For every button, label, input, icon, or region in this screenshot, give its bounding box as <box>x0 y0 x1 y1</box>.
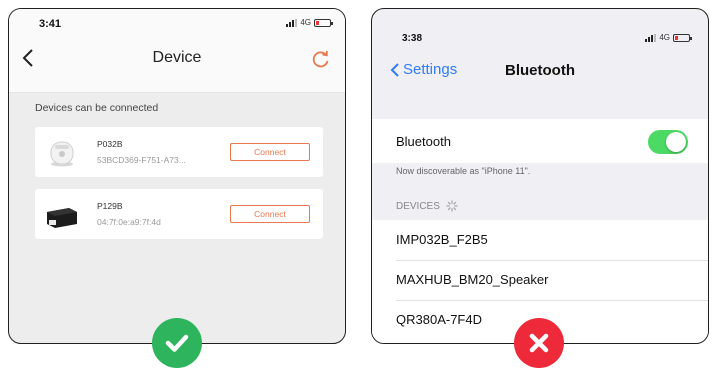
toggle-knob <box>666 132 686 152</box>
network-label: 4G <box>659 33 670 42</box>
status-icons: 4G <box>645 33 692 42</box>
devices-header-label: DEVICES <box>396 200 440 212</box>
ios-bluetooth-settings-screen: 3:38 4G Settings Bluetooth Bluetooth Now… <box>371 8 709 344</box>
refresh-button[interactable] <box>311 49 331 69</box>
correct-badge <box>152 318 202 368</box>
refresh-icon <box>312 51 329 68</box>
section-label: Devices can be connected <box>35 102 159 114</box>
battery-icon <box>314 18 333 27</box>
list-item[interactable]: MAXHUB_BM20_Speaker <box>372 260 708 300</box>
bluetooth-label: Bluetooth <box>396 134 451 149</box>
mini-printer-icon <box>50 141 74 167</box>
devices-section-header: DEVICES <box>396 200 458 212</box>
connect-button[interactable]: Connect <box>230 143 310 161</box>
signal-icon <box>286 18 298 27</box>
signal-icon <box>645 33 657 42</box>
bluetooth-toggle[interactable] <box>648 130 688 154</box>
page-title: Device <box>152 49 202 66</box>
x-icon <box>529 333 549 353</box>
printer-thumbnail <box>45 136 79 168</box>
page-title: Bluetooth <box>505 62 575 79</box>
discoverable-text: Now discoverable as "iPhone 11". <box>396 166 531 176</box>
battery-icon <box>673 33 692 42</box>
printer-thumbnail <box>45 198 79 230</box>
settings-back-button[interactable]: Settings <box>390 61 457 78</box>
connect-button[interactable]: Connect <box>230 205 310 223</box>
incorrect-badge <box>514 318 564 368</box>
status-time: 3:41 <box>39 18 62 30</box>
chevron-left-icon <box>390 62 399 77</box>
device-id: 53BCD369-F751-A73... <box>97 155 186 165</box>
nav-header: 3:41 4G Device <box>9 9 345 93</box>
check-icon <box>165 334 189 352</box>
bluetooth-toggle-row: Bluetooth <box>372 119 708 163</box>
device-name: P032B <box>97 139 123 149</box>
device-card: P129B 04:7f:0e:a9:7f:4d Connect <box>35 189 323 239</box>
loading-spinner-icon <box>446 200 458 212</box>
back-label: Settings <box>403 61 458 78</box>
device-card: P032B 53BCD369-F751-A73... Connect <box>35 127 323 177</box>
device-name: P129B <box>97 201 123 211</box>
status-bar: 3:41 4G <box>9 9 345 35</box>
list-item[interactable]: IMP032B_F2B5 <box>372 220 708 260</box>
label-printer-icon <box>47 208 77 228</box>
device-id: 04:7f:0e:a9:7f:4d <box>97 217 161 227</box>
status-time: 3:38 <box>402 33 423 44</box>
app-device-screen: 3:41 4G Device Devices can be connected <box>8 8 346 344</box>
status-icons: 4G <box>286 18 333 27</box>
network-label: 4G <box>300 18 311 27</box>
